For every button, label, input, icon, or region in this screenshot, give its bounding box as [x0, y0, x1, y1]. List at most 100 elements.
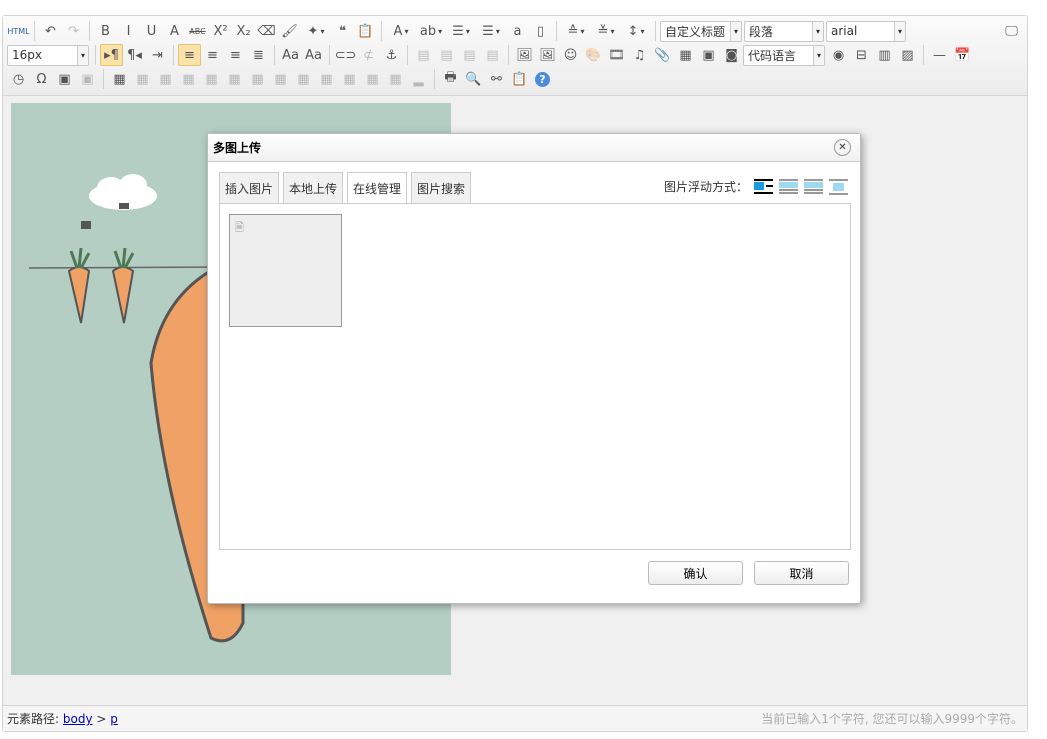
tab-1[interactable]: 本地上传	[283, 172, 344, 203]
background-icon[interactable]: ▨	[896, 44, 919, 66]
ordered-list-icon[interactable]: ☰	[446, 20, 476, 42]
delete-table-icon[interactable]: ▦	[131, 68, 154, 90]
path-body-link[interactable]: body	[63, 712, 93, 726]
float-center-icon[interactable]	[829, 178, 848, 195]
insertframe-icon[interactable]: ◙	[720, 44, 743, 66]
align-left-icon[interactable]: ≡	[178, 44, 201, 66]
unlink-icon[interactable]: ⊄	[357, 44, 380, 66]
image-center-icon[interactable]: ▤	[481, 44, 504, 66]
map-icon[interactable]: ▦	[674, 44, 697, 66]
code-language-select[interactable]: 代码语言 ▾	[743, 44, 825, 66]
rowspacing-bottom-icon[interactable]: ≚	[591, 20, 621, 42]
split-cells-icon[interactable]: ▦	[338, 68, 361, 90]
html-icon[interactable]: HTML	[7, 20, 30, 42]
delete-row-icon[interactable]: ▦	[200, 68, 223, 90]
indent-icon[interactable]: ⇥	[146, 44, 169, 66]
ltr-icon[interactable]: ▸¶	[100, 44, 123, 66]
help-icon[interactable]: ?	[531, 68, 554, 90]
font-size-select[interactable]: 16px ▾	[7, 44, 89, 66]
simple-upload-icon[interactable]: 🖼	[513, 44, 536, 66]
lineheight-icon[interactable]: ↕	[621, 20, 651, 42]
delete-col-icon[interactable]: ▦	[246, 68, 269, 90]
image-right-icon[interactable]: ▤	[458, 44, 481, 66]
image-none-icon[interactable]: ▤	[412, 44, 435, 66]
rowspacing-top-icon[interactable]: ≙	[561, 20, 591, 42]
horizontal-icon[interactable]: —	[928, 44, 951, 66]
format-painter-icon[interactable]: 🖌	[278, 20, 301, 42]
image-thumbnail[interactable]: 🗎	[229, 214, 342, 327]
strikethrough-icon[interactable]: ABC	[186, 20, 209, 42]
charts-icon[interactable]: ▂	[407, 68, 430, 90]
snapscreen-icon[interactable]: ▣	[53, 68, 76, 90]
insert-row-icon[interactable]: ▦	[177, 68, 200, 90]
scrawl-icon[interactable]: 🎨	[582, 44, 605, 66]
custom-style-select[interactable]: 自定义标题 ▾	[660, 20, 742, 42]
float-none-icon[interactable]	[754, 178, 773, 195]
merge-cells-icon[interactable]: ▦	[269, 68, 292, 90]
autotypeset-icon[interactable]: ✦	[301, 20, 331, 42]
align-right-icon[interactable]: ≡	[224, 44, 247, 66]
rtl-icon[interactable]: ¶◂	[123, 44, 146, 66]
special-chars-icon[interactable]: Ω	[30, 68, 53, 90]
tab-3[interactable]: 图片搜索	[411, 172, 472, 203]
pagebreak-icon[interactable]: ⊟	[850, 44, 873, 66]
emotion-icon[interactable]: ☺	[559, 44, 582, 66]
wordimage-icon[interactable]: ▣	[76, 68, 99, 90]
template-icon[interactable]: ▥	[873, 44, 896, 66]
paste-plain-icon[interactable]: 📋	[354, 20, 377, 42]
superscript-icon[interactable]: X²	[209, 20, 232, 42]
date-icon[interactable]: 📅	[951, 44, 974, 66]
align-center-icon[interactable]: ≡	[201, 44, 224, 66]
link-icon[interactable]: ⊂⊃	[334, 44, 357, 66]
insert-caption-icon[interactable]: ▦	[154, 68, 177, 90]
tolowercase-icon[interactable]: Aa	[302, 44, 325, 66]
merge-right-icon[interactable]: ▦	[292, 68, 315, 90]
chevron-down-icon[interactable]: ▾	[77, 45, 88, 65]
subscript-icon[interactable]: X₂	[232, 20, 255, 42]
insert-col-icon[interactable]: ▦	[223, 68, 246, 90]
path-p-link[interactable]: p	[110, 712, 118, 726]
italic-icon[interactable]: I	[117, 20, 140, 42]
float-left-icon[interactable]	[779, 178, 798, 195]
confirm-button[interactable]: 确认	[648, 561, 743, 585]
merge-down-icon[interactable]: ▦	[315, 68, 338, 90]
undo-icon[interactable]: ↶	[39, 20, 62, 42]
blockquote-icon[interactable]: ❝	[331, 20, 354, 42]
gmap-icon[interactable]: ▣	[697, 44, 720, 66]
bold-icon[interactable]: B	[94, 20, 117, 42]
tab-0[interactable]: 插入图片	[219, 172, 280, 203]
print-icon[interactable]: 🖶	[439, 68, 462, 90]
chevron-down-icon[interactable]: ▾	[894, 21, 905, 41]
redo-icon[interactable]: ↷	[62, 20, 85, 42]
chevron-down-icon[interactable]: ▾	[730, 21, 741, 41]
clear-doc-icon[interactable]: ▯	[529, 20, 552, 42]
split-cols-icon[interactable]: ▦	[384, 68, 407, 90]
drafts-icon[interactable]: 📋	[508, 68, 531, 90]
cancel-button[interactable]: 取消	[754, 561, 849, 585]
attachment-icon[interactable]: 📎	[651, 44, 674, 66]
font-family-select[interactable]: arial ▾	[826, 20, 906, 42]
touppercase-icon[interactable]: Aa	[279, 44, 302, 66]
chevron-down-icon[interactable]: ▾	[813, 45, 824, 65]
music-icon[interactable]: ♫	[628, 44, 651, 66]
insert-table-icon[interactable]: ▦	[108, 68, 131, 90]
split-rows-icon[interactable]: ▦	[361, 68, 384, 90]
justify-icon[interactable]: ≣	[247, 44, 270, 66]
anchor-icon[interactable]: ⚓	[380, 44, 403, 66]
float-right-icon[interactable]	[804, 178, 823, 195]
fontborder-icon[interactable]: A	[163, 20, 186, 42]
eraser-icon[interactable]: ⌫	[255, 20, 278, 42]
unordered-list-icon[interactable]: ☰	[476, 20, 506, 42]
insert-video-icon[interactable]: 🎞	[605, 44, 628, 66]
tab-2[interactable]: 在线管理	[347, 172, 408, 204]
search-replace-icon[interactable]: ⚯	[485, 68, 508, 90]
fullscreen-icon[interactable]: 🖵	[1000, 20, 1023, 42]
paragraph-select[interactable]: 段落 ▾	[744, 20, 824, 42]
chevron-down-icon[interactable]: ▾	[812, 21, 823, 41]
insert-image-icon[interactable]: 🖼	[536, 44, 559, 66]
time-icon[interactable]: ◷	[7, 68, 30, 90]
webapp-icon[interactable]: ◉	[827, 44, 850, 66]
forecolor-icon[interactable]: A	[386, 20, 416, 42]
preview-icon[interactable]: 🔍	[462, 68, 485, 90]
select-all-icon[interactable]: a	[506, 20, 529, 42]
